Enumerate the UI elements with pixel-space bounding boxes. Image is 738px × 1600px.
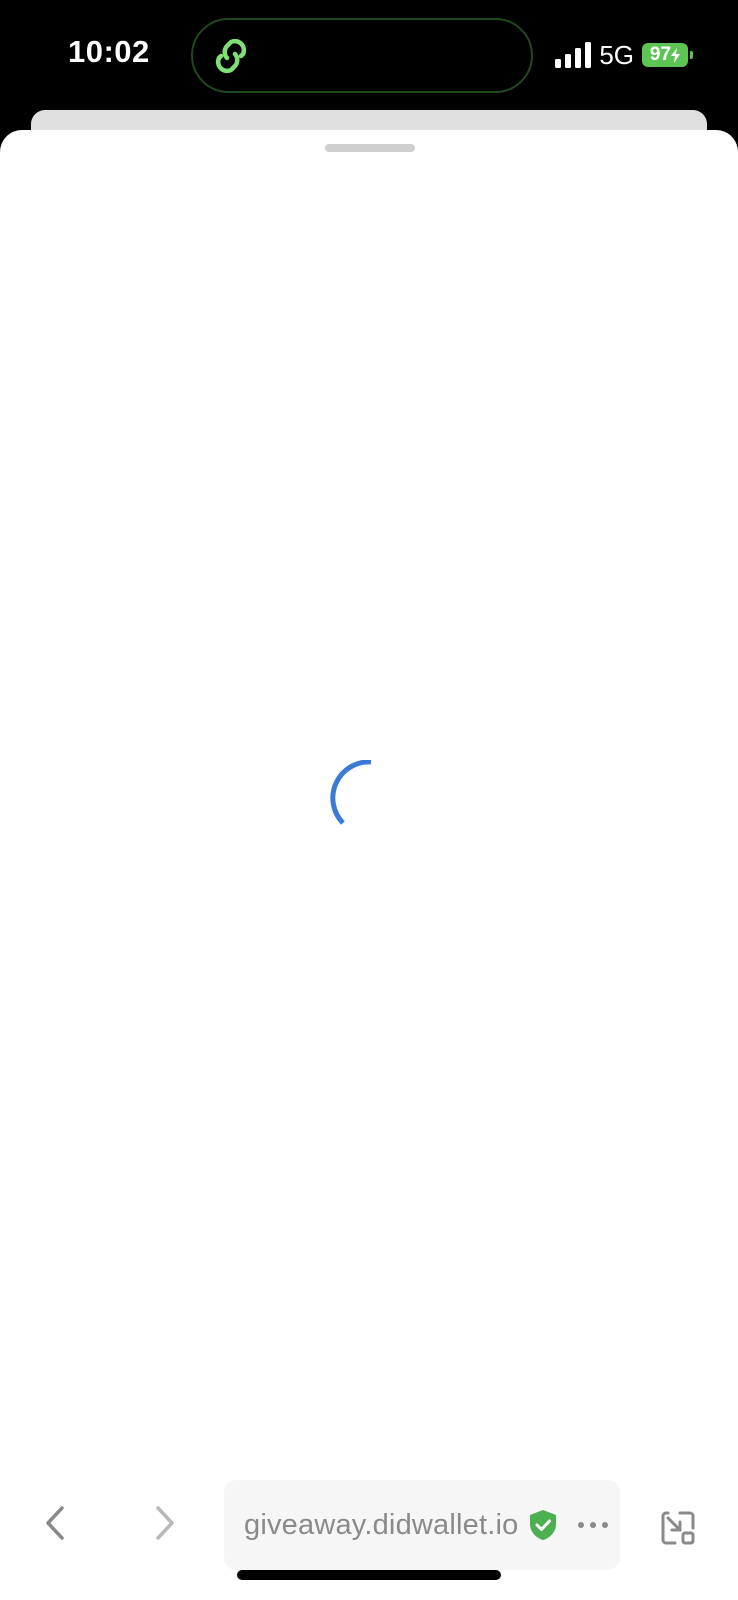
network-label: 5G [599, 39, 634, 70]
sheet-grabber[interactable] [325, 144, 415, 152]
home-indicator[interactable] [237, 1570, 501, 1580]
webview-sheet[interactable] [0, 130, 738, 1600]
battery-percent: 97 [649, 44, 672, 65]
chevron-left-icon[interactable] [40, 1504, 70, 1542]
dynamic-island[interactable] [191, 18, 533, 93]
minimize-window-icon[interactable] [660, 1510, 696, 1546]
link-icon [215, 38, 247, 74]
loading-spinner-icon [330, 760, 372, 825]
url-text: giveaway.didwallet.io [244, 1508, 519, 1541]
phone-screen: 10:02 5G 97 giveaway.didwallet.io [0, 0, 738, 1600]
battery-icon: 97 [642, 43, 693, 67]
charging-bolt-icon [671, 47, 681, 63]
shield-check-icon [530, 1510, 557, 1540]
signal-icon [555, 42, 592, 68]
status-indicators: 5G 97 [555, 39, 693, 70]
ellipsis-icon[interactable] [576, 1520, 610, 1530]
browser-toolbar: giveaway.didwallet.io [0, 1480, 738, 1570]
chevron-right-icon[interactable] [150, 1504, 180, 1542]
address-bar[interactable]: giveaway.didwallet.io [224, 1480, 620, 1570]
status-time: 10:02 [68, 34, 150, 69]
